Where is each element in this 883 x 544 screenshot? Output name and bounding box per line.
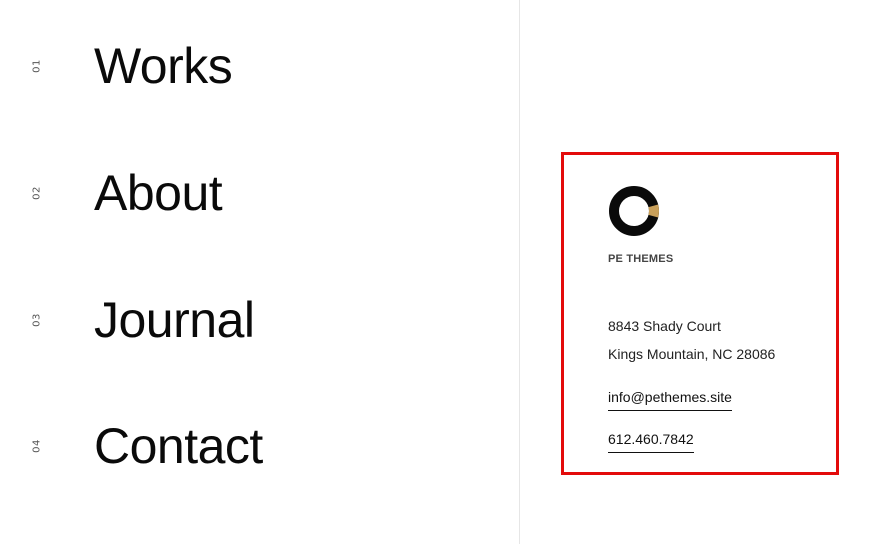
address-line-1: 8843 Shady Court bbox=[608, 318, 721, 334]
contact-info-card: PE THEMES 8843 Shady Court Kings Mountai… bbox=[561, 152, 839, 475]
ring-logo-icon bbox=[609, 186, 659, 236]
menu-item-about[interactable]: 02 About bbox=[0, 158, 500, 228]
menu-item-number: 01 bbox=[31, 59, 43, 73]
menu-item-label[interactable]: About bbox=[94, 168, 223, 218]
menu-item-label[interactable]: Journal bbox=[94, 295, 255, 345]
phone-link[interactable]: 612.460.7842 bbox=[608, 431, 694, 453]
menu-item-label[interactable]: Contact bbox=[94, 421, 263, 471]
vertical-divider bbox=[519, 0, 520, 544]
menu-item-number: 03 bbox=[31, 313, 43, 327]
menu-item-works[interactable]: 01 Works bbox=[0, 31, 500, 101]
menu-item-number: 02 bbox=[31, 186, 43, 200]
menu-item-journal[interactable]: 03 Journal bbox=[0, 285, 500, 355]
menu-item-contact[interactable]: 04 Contact bbox=[0, 411, 500, 481]
brand-name: PE THEMES bbox=[608, 253, 674, 265]
menu-item-label[interactable]: Works bbox=[94, 41, 233, 91]
menu-overlay: 01 Works 02 About 03 Journal 04 Contact … bbox=[0, 0, 883, 544]
address-line-2: Kings Mountain, NC 28086 bbox=[608, 346, 776, 362]
email-link[interactable]: info@pethemes.site bbox=[608, 389, 732, 411]
menu-item-number: 04 bbox=[31, 439, 43, 453]
